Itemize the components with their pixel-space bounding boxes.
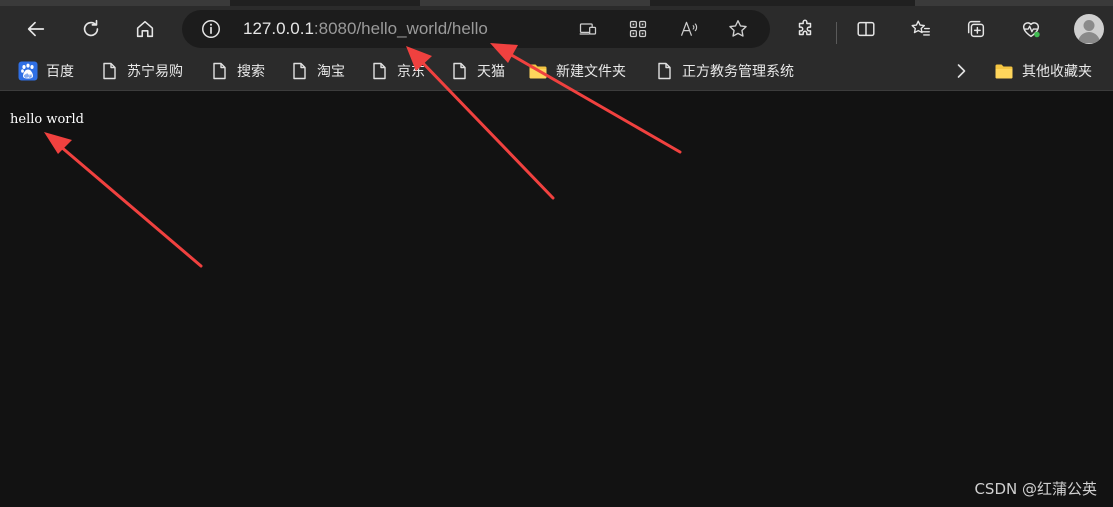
- collections-button[interactable]: [959, 12, 993, 46]
- bookmark-label: 新建文件夹: [556, 63, 626, 79]
- site-info-button[interactable]: [200, 18, 222, 40]
- back-icon: [27, 21, 45, 37]
- bookmarks-bar: du 百度 苏宁易购 搜索 淘宝 京东 天猫 新建文件夹 正方教务管理系统 其他…: [0, 52, 1113, 91]
- bookmark-label: 天猫: [477, 63, 505, 79]
- extensions-icon: [798, 19, 812, 36]
- watermark: CSDN @红蒲公英: [974, 480, 1097, 498]
- bookmark-label: 百度: [46, 63, 74, 79]
- profile-avatar[interactable]: [1074, 14, 1104, 44]
- page-content: hello world CSDN @红蒲公英: [0, 91, 1113, 507]
- bookmark-item[interactable]: du 百度: [18, 60, 74, 82]
- refresh-button[interactable]: [74, 12, 108, 46]
- read-aloud-icon: [680, 21, 698, 36]
- page-icon: [449, 61, 469, 81]
- refresh-icon: [83, 19, 99, 37]
- bookmark-label: 京东: [397, 63, 425, 79]
- add-favorite-button[interactable]: [727, 18, 749, 40]
- chevron-right-icon: [951, 61, 971, 81]
- bookmark-item[interactable]: 苏宁易购: [99, 60, 183, 82]
- home-icon: [136, 20, 154, 38]
- split-screen-button[interactable]: [849, 12, 883, 46]
- folder-icon: [994, 61, 1014, 81]
- browser-window: 127.0.0.1:8080/hello_world/hello du 百度 苏…: [0, 0, 1113, 507]
- page-icon: [99, 61, 119, 81]
- page-body-text: hello world: [10, 112, 84, 127]
- bookmark-folder[interactable]: 新建文件夹: [528, 60, 626, 82]
- qr-code-button[interactable]: [627, 18, 649, 40]
- bookmark-item[interactable]: 天猫: [449, 60, 505, 82]
- home-button[interactable]: [128, 12, 162, 46]
- browser-essentials-button[interactable]: [1014, 12, 1048, 46]
- url-host: 127.0.0.1: [243, 19, 314, 38]
- page-icon: [369, 61, 389, 81]
- folder-icon: [528, 61, 548, 81]
- app-available-icon: [579, 23, 597, 35]
- address-bar[interactable]: 127.0.0.1:8080/hello_world/hello: [182, 10, 770, 48]
- favorite-star-icon: [729, 20, 747, 37]
- bookmark-item[interactable]: 京东: [369, 60, 425, 82]
- favorites-icon: [911, 20, 930, 36]
- bookmark-label: 淘宝: [317, 63, 345, 79]
- toolbar-divider: [836, 22, 837, 44]
- page-icon: [654, 61, 674, 81]
- bookmark-label: 正方教务管理系统: [682, 63, 794, 79]
- qr-code-icon: [629, 20, 647, 38]
- collections-icon: [967, 20, 985, 38]
- url-text[interactable]: 127.0.0.1:8080/hello_world/hello: [243, 19, 488, 39]
- bookmark-item[interactable]: 搜索: [209, 60, 265, 82]
- page-icon: [289, 61, 309, 81]
- browser-essentials-icon: [1022, 22, 1040, 38]
- extensions-button[interactable]: [788, 12, 822, 46]
- bookmark-item[interactable]: 淘宝: [289, 60, 345, 82]
- svg-text:du: du: [24, 74, 32, 80]
- info-icon: [202, 20, 220, 38]
- favorites-button[interactable]: [904, 12, 938, 46]
- split-screen-icon: [857, 21, 875, 37]
- back-button[interactable]: [19, 12, 53, 46]
- baidu-icon: du: [18, 61, 38, 81]
- page-icon: [209, 61, 229, 81]
- app-available-button[interactable]: [577, 18, 599, 40]
- browser-toolbar: 127.0.0.1:8080/hello_world/hello: [0, 6, 1113, 52]
- profile-icon: [1078, 20, 1100, 43]
- bookmark-item[interactable]: 正方教务管理系统: [654, 60, 794, 82]
- other-favorites-folder[interactable]: 其他收藏夹: [994, 60, 1092, 82]
- bookmarks-overflow-button[interactable]: [951, 60, 979, 82]
- bookmark-label: 其他收藏夹: [1022, 63, 1092, 79]
- read-aloud-button[interactable]: [678, 18, 700, 40]
- bookmark-label: 搜索: [237, 63, 265, 79]
- url-path: :8080/hello_world/hello: [313, 19, 488, 38]
- bookmark-label: 苏宁易购: [127, 63, 183, 79]
